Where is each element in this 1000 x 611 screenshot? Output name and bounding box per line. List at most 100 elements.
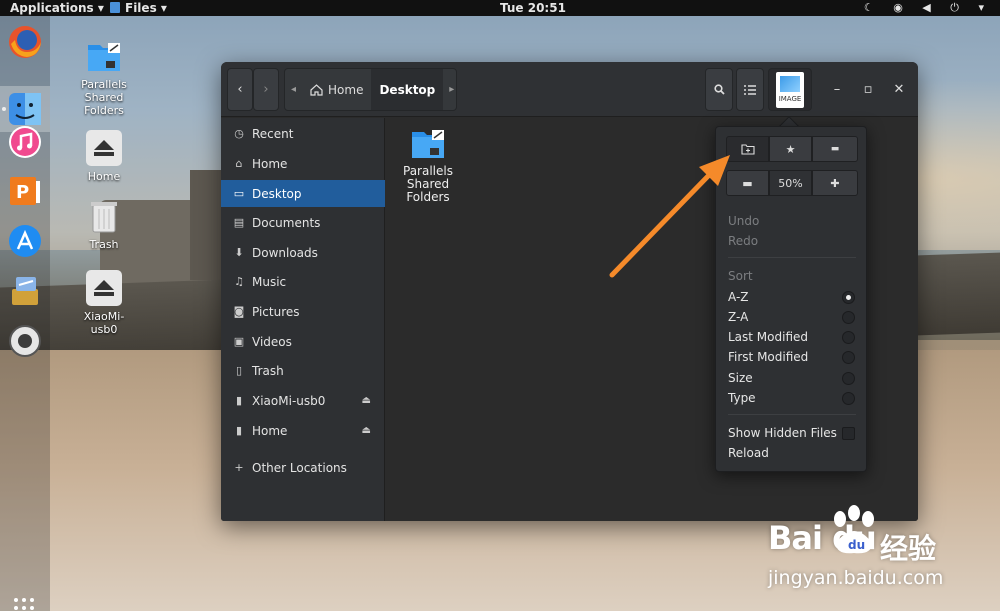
clock[interactable]: Tue 20:51 xyxy=(500,0,566,16)
sidebar-item-downloads[interactable]: ⬇ Downloads xyxy=(221,239,385,266)
image-thumbnail-art xyxy=(780,75,800,92)
desktop-icon-label: Home xyxy=(87,170,121,183)
breadcrumb-scroll-right[interactable]: ▸ xyxy=(443,69,460,110)
breadcrumb: ◂ Home Desktop ▸ xyxy=(284,68,457,111)
sidebar-item-documents[interactable]: ▤ Documents xyxy=(221,209,385,236)
firefox-icon[interactable] xyxy=(5,22,45,62)
files-app-menu[interactable]: Files ▾ xyxy=(110,0,167,16)
sidebar-item-recent[interactable]: ◷ Recent xyxy=(221,120,385,147)
music-icon: ♫ xyxy=(234,275,244,288)
sort-first-modified-radio[interactable] xyxy=(842,351,855,364)
breadcrumb-home[interactable]: Home xyxy=(302,69,371,110)
sidebar-item-label: Pictures xyxy=(252,304,300,319)
paw-logo-icon: du xyxy=(834,505,874,554)
bookmark-button[interactable]: ★ xyxy=(769,136,812,162)
view-menu-button[interactable]: IMAGE xyxy=(768,68,812,111)
sidebar-item-pictures[interactable]: ◙ Pictures xyxy=(221,298,385,325)
sidebar-item-label: Other Locations xyxy=(252,460,347,475)
files-menu-label: Files ▾ xyxy=(125,1,167,15)
view-list-button[interactable] xyxy=(736,68,764,111)
sort-last-modified[interactable]: Last Modified xyxy=(728,328,808,346)
svg-text:P: P xyxy=(16,182,29,203)
annotation-arrow xyxy=(609,155,730,278)
zoom-level[interactable]: 50% xyxy=(769,170,812,196)
sort-a-z[interactable]: A-Z xyxy=(728,288,749,306)
download-icon: ⬇ xyxy=(234,246,244,259)
clock-icon: ◷ xyxy=(234,127,244,140)
show-hidden-files[interactable]: Show Hidden Files xyxy=(728,424,837,442)
sidebar-item-label: Recent xyxy=(252,126,294,141)
applications-menu[interactable]: Applications ▾ xyxy=(10,0,104,16)
shared-folder-icon xyxy=(412,130,444,158)
film-icon: ▣ xyxy=(233,335,245,348)
file-item-parallels-shared[interactable]: Parallels Shared Folders xyxy=(398,126,458,204)
desktop-icon-parallels-shared[interactable]: Parallels Shared Folders xyxy=(72,38,136,117)
sidebar-item-home[interactable]: ⌂ Home xyxy=(221,150,385,177)
search-icon xyxy=(713,84,725,95)
app-store-icon[interactable] xyxy=(5,221,45,261)
breadcrumb-current[interactable]: Desktop xyxy=(371,69,444,110)
breadcrumb-home-label: Home xyxy=(328,82,364,97)
itunes-icon[interactable] xyxy=(5,122,45,162)
search-button[interactable] xyxy=(705,68,733,111)
show-applications-icon[interactable] xyxy=(14,598,36,611)
back-button[interactable]: ‹ xyxy=(227,68,253,111)
eject-icon[interactable]: ⏏ xyxy=(362,425,371,436)
sidebar-item-label: Videos xyxy=(252,334,292,349)
desktop-icon: ▭ xyxy=(233,187,245,200)
home-icon: ⌂ xyxy=(235,157,243,170)
sidebar-item-label: Downloads xyxy=(252,245,318,260)
close-button[interactable]: ✕ xyxy=(889,80,909,100)
zoom-in-button[interactable]: ✚ xyxy=(812,170,858,196)
installer-icon[interactable] xyxy=(5,271,45,311)
sidebar-item-other-locations[interactable]: + Other Locations xyxy=(221,454,385,481)
eject-drive-icon xyxy=(86,130,122,166)
drive-icon: ▬ xyxy=(830,144,840,154)
header-bar: ‹ › ◂ Home Desktop ▸ IMAGE – ▫ ✕ xyxy=(221,62,918,117)
sort-a-z-radio[interactable] xyxy=(842,291,855,304)
help-lifebuoy-icon[interactable] xyxy=(5,321,45,361)
sort-z-a-radio[interactable] xyxy=(842,311,855,324)
eject-icon[interactable]: ⏏ xyxy=(362,395,371,406)
sort-size-radio[interactable] xyxy=(842,372,855,385)
breadcrumb-scroll-left[interactable]: ◂ xyxy=(285,69,302,110)
image-thumbnail-icon: IMAGE xyxy=(776,71,804,108)
sort-first-modified[interactable]: First Modified xyxy=(728,348,808,366)
sort-last-modified-radio[interactable] xyxy=(842,331,855,344)
sidebar-item-trash[interactable]: ▯ Trash xyxy=(221,357,385,384)
desktop-icon-trash[interactable]: Trash xyxy=(72,198,136,251)
sidebar-item-xiaomi[interactable]: ▮ XiaoMi-usb0 ⏏ xyxy=(221,387,385,414)
menu-reload[interactable]: Reload xyxy=(728,444,769,462)
sidebar-item-desktop[interactable]: ▭ Desktop xyxy=(221,180,385,207)
presentation-app-icon[interactable]: P xyxy=(5,171,45,211)
sidebar-item-music[interactable]: ♫ Music xyxy=(221,268,385,295)
drive-icon: ▮ xyxy=(235,424,243,437)
desktop-icon-xiaomi[interactable]: XiaoMi-usb0 xyxy=(72,270,136,336)
sidebar-item-label: Home xyxy=(252,156,288,171)
sort-type[interactable]: Type xyxy=(728,389,756,407)
drive-icon: ▮ xyxy=(235,394,243,407)
new-folder-icon xyxy=(740,143,755,155)
system-tray[interactable]: ☾ ◉ ◀ ⏻ ▾ xyxy=(864,0,992,16)
baidu-watermark: Bai du du 经验 jingyan.baidu.com xyxy=(768,505,988,595)
minimize-button[interactable]: – xyxy=(827,80,847,100)
plus-icon: + xyxy=(234,461,244,474)
shared-folder-icon xyxy=(86,38,122,74)
forward-button[interactable]: › xyxy=(253,68,279,111)
menu-separator xyxy=(728,414,856,415)
star-icon: ★ xyxy=(785,142,796,156)
trash-icon xyxy=(86,198,122,234)
sidebar-item-label: Home xyxy=(252,423,288,438)
sidebar-item-videos[interactable]: ▣ Videos xyxy=(221,328,385,355)
sidebar-item-home-drive[interactable]: ▮ Home ⏏ xyxy=(221,417,385,444)
show-hidden-files-checkbox[interactable] xyxy=(842,427,855,440)
eject-drive-icon xyxy=(86,270,122,306)
desktop-icon-home[interactable]: Home xyxy=(72,130,136,183)
sort-type-radio[interactable] xyxy=(842,392,855,405)
chevron-left-icon: ‹ xyxy=(237,82,243,97)
sort-size[interactable]: Size xyxy=(728,369,753,387)
open-terminal-button[interactable]: ▬ xyxy=(812,136,858,162)
maximize-button[interactable]: ▫ xyxy=(858,80,878,100)
sort-z-a[interactable]: Z-A xyxy=(728,308,748,326)
minus-icon: ▬ xyxy=(742,176,753,190)
